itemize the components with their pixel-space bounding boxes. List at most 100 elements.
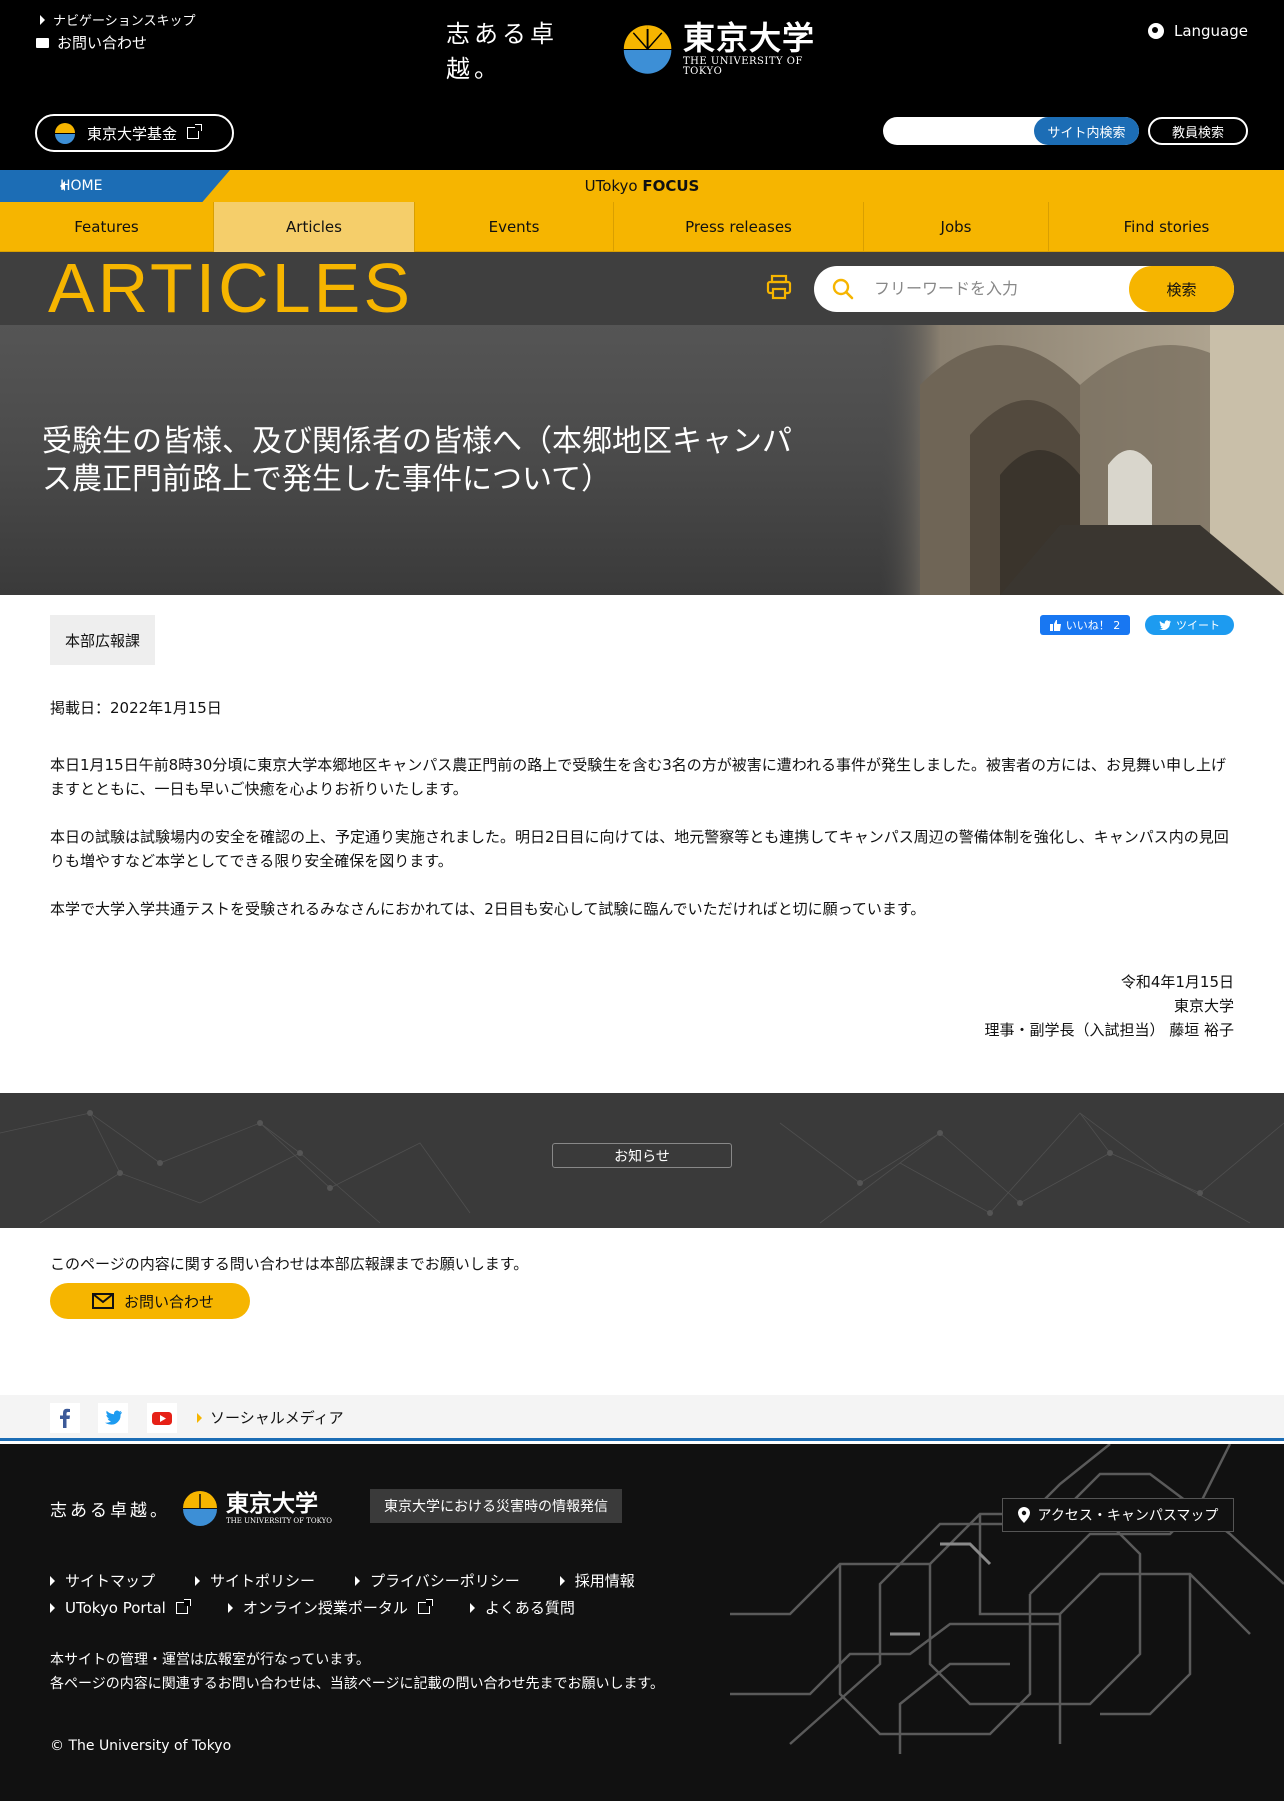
focus-bar: UTokyo FOCUS HOME — [0, 170, 1284, 202]
footer-university-logo[interactable]: 志ある卓越。 東京大学 THE UNIVERSITY OF TOKYO — [50, 1488, 336, 1528]
caret-left-icon — [60, 181, 65, 191]
article-paragraph: 本日の試験は試験場内の安全を確認の上、予定通り実施されました。明日2日目に向けて… — [50, 828, 1229, 870]
footer-link-label: UTokyo Portal — [65, 1598, 166, 1617]
nav-item-press-releases[interactable]: Press releases — [614, 202, 864, 252]
footer-link-label: サイトポリシー — [210, 1572, 316, 1590]
external-link-icon — [187, 124, 203, 139]
youtube-icon[interactable] — [147, 1403, 177, 1433]
external-link-icon — [175, 1598, 191, 1614]
skip-navigation-label: ナビゲーションスキップ — [53, 14, 196, 29]
contact-button[interactable]: お問い合わせ — [50, 1283, 250, 1319]
article-search-button[interactable]: 検索 — [1129, 266, 1234, 312]
home-link[interactable]: HOME — [0, 170, 230, 202]
home-link-label: HOME — [60, 178, 103, 194]
nav-item-jobs[interactable]: Jobs — [864, 202, 1049, 252]
ginkgo-small-icon — [55, 123, 75, 144]
footer-link-faq[interactable]: よくある質問 — [469, 1597, 575, 1618]
footer-link-sitemap[interactable]: サイトマップ — [50, 1570, 155, 1591]
footer-link-label: 採用情報 — [574, 1572, 635, 1590]
header-contact-label: お問い合わせ — [57, 34, 148, 52]
publish-date: 掲載日：2022年1月15日 — [50, 699, 222, 717]
site-footer: 志ある卓越。 東京大学 THE UNIVERSITY OF TOKYO 東京大学… — [0, 1444, 1284, 1801]
footer-links-row: サイトマップ サイトポリシー プライバシーポリシー 採用情報 — [50, 1570, 635, 1591]
globe-icon — [1147, 23, 1164, 39]
logo-name-en: THE UNIVERSITY OF TOKYO — [682, 55, 803, 77]
article-search-placeholder: フリーワードを入力 — [874, 279, 1019, 298]
site-search-button[interactable]: サイト内検索 — [1034, 117, 1139, 145]
hero-banner: 受験生の皆様、及び関係者の皆様へ（本郷地区キャンパス農正門前路上で発生した事件に… — [0, 325, 1284, 595]
footer-link-site-policy[interactable]: サイトポリシー — [195, 1570, 315, 1591]
signature-org: 東京大学 — [1173, 997, 1234, 1015]
search-icon — [832, 278, 854, 300]
social-media-label: ソーシャルメディア — [210, 1409, 344, 1427]
ginkgo-logo-icon — [183, 1491, 217, 1526]
caret-right-icon — [469, 1602, 475, 1613]
caret-right-icon — [50, 1602, 55, 1613]
ginkgo-logo-icon — [623, 25, 672, 74]
article-paragraph: 本日1月15日午前8時30分頃に東京大学本郷地区キャンパス農正門前の路上で受験生… — [50, 756, 1227, 798]
footer-link-privacy-policy[interactable]: プライバシーポリシー — [355, 1570, 520, 1591]
staff-search-button[interactable]: 教員検索 — [1148, 117, 1248, 145]
fund-button-label: 東京大学基金 — [87, 124, 178, 143]
access-map-button[interactable]: アクセス・キャンパスマップ — [1002, 1498, 1234, 1532]
caret-right-icon — [559, 1575, 565, 1586]
focus-title-bold: FOCUS — [642, 177, 700, 195]
thumbs-up-icon — [1049, 619, 1061, 631]
site-header: ナビゲーションスキップ お問い合わせ 志ある卓越。 東京大学 THE UNIVE… — [0, 0, 1284, 170]
logo-name-jp: 東京大学 — [682, 18, 815, 57]
inquiry-text: このページの内容に関する問い合わせは本部広報課までお願いします。 — [50, 1255, 529, 1273]
footer-links-row: UTokyo Portal オンライン授業ポータル よくある質問 — [50, 1597, 575, 1618]
section-title: ARTICLES — [48, 249, 414, 327]
fund-button[interactable]: 東京大学基金 — [35, 114, 234, 152]
logo-motto: 志ある卓越。 — [446, 20, 558, 83]
campus-railway-map-graphic — [730, 1444, 1284, 1754]
footer-link-recruitment[interactable]: 採用情報 — [559, 1570, 635, 1591]
social-media-link[interactable]: ソーシャルメディア — [197, 1395, 344, 1441]
footer-logo-name-en: THE UNIVERSITY OF TOKYO — [226, 1516, 333, 1525]
category-tag[interactable]: お知らせ — [552, 1143, 732, 1168]
caret-right-icon — [355, 1575, 361, 1586]
category-band: お知らせ — [0, 1093, 1284, 1228]
caret-right-icon — [40, 14, 45, 25]
article-title: 受験生の皆様、及び関係者の皆様へ（本郷地区キャンパス農正門前路上で発生した事件に… — [42, 424, 792, 497]
facebook-like-button[interactable]: いいね！ 2 — [1040, 615, 1130, 635]
mail-icon — [36, 37, 49, 48]
copyright: © The University of Tokyo — [50, 1738, 232, 1754]
print-icon[interactable] — [766, 274, 792, 300]
twitter-icon[interactable] — [98, 1403, 128, 1433]
caret-right-icon — [197, 1413, 202, 1423]
caret-right-icon — [50, 1575, 55, 1586]
signature-date: 令和4年1月15日 — [1120, 973, 1234, 991]
department-badge: 本部広報課 — [50, 615, 155, 665]
mail-icon — [92, 1293, 114, 1309]
access-map-label: アクセス・キャンパスマップ — [1037, 1508, 1219, 1524]
nav-item-find-stories[interactable]: Find stories — [1049, 202, 1284, 252]
footer-link-utokyo-portal[interactable]: UTokyo Portal — [50, 1597, 191, 1618]
language-switcher[interactable]: Language — [1147, 22, 1248, 40]
nav-item-articles[interactable]: Articles — [214, 202, 415, 252]
footer-note: 本サイトの管理・運営は広報室が行なっています。 各ページの内容に関連するお問い合… — [50, 1648, 664, 1696]
signature-name: 理事・副学長（入試担当） 藤垣 裕子 — [984, 1021, 1234, 1039]
footer-link-label: よくある質問 — [484, 1599, 575, 1617]
university-logo[interactable]: 志ある卓越。 東京大学 THE UNIVERSITY OF TOKYO — [446, 18, 838, 83]
focus-title-prefix: UTokyo — [584, 177, 643, 195]
caret-right-icon — [195, 1575, 201, 1586]
footer-note-line: 本サイトの管理・運営は広報室が行なっています。 — [50, 1652, 370, 1668]
skip-navigation-link[interactable]: ナビゲーションスキップ — [40, 10, 195, 29]
tweet-label: ツイート — [1176, 619, 1220, 632]
nav-item-events[interactable]: Events — [415, 202, 614, 252]
footer-note-line: 各ページの内容に関連するお問い合わせは、当該ページに記載の問い合わせ先までお願い… — [50, 1676, 665, 1692]
location-pin-icon — [1017, 1507, 1030, 1523]
footer-link-label: プライバシーポリシー — [370, 1572, 520, 1590]
facebook-like-label: いいね！ 2 — [1065, 619, 1121, 632]
nav-item-features[interactable]: Features — [0, 202, 214, 252]
tweet-button[interactable]: ツイート — [1145, 615, 1234, 635]
disaster-info-button[interactable]: 東京大学における災害時の情報発信 — [370, 1489, 622, 1523]
twitter-bird-icon — [1159, 620, 1171, 630]
social-media-bar: ソーシャルメディア — [0, 1395, 1284, 1441]
main-nav: Features Articles Events Press releases … — [0, 202, 1284, 252]
footer-logo-name-jp: 東京大学 — [226, 1489, 318, 1517]
footer-link-online-class-portal[interactable]: オンライン授業ポータル — [227, 1597, 433, 1618]
header-contact-link[interactable]: お問い合わせ — [36, 32, 147, 53]
facebook-icon[interactable] — [50, 1403, 80, 1433]
